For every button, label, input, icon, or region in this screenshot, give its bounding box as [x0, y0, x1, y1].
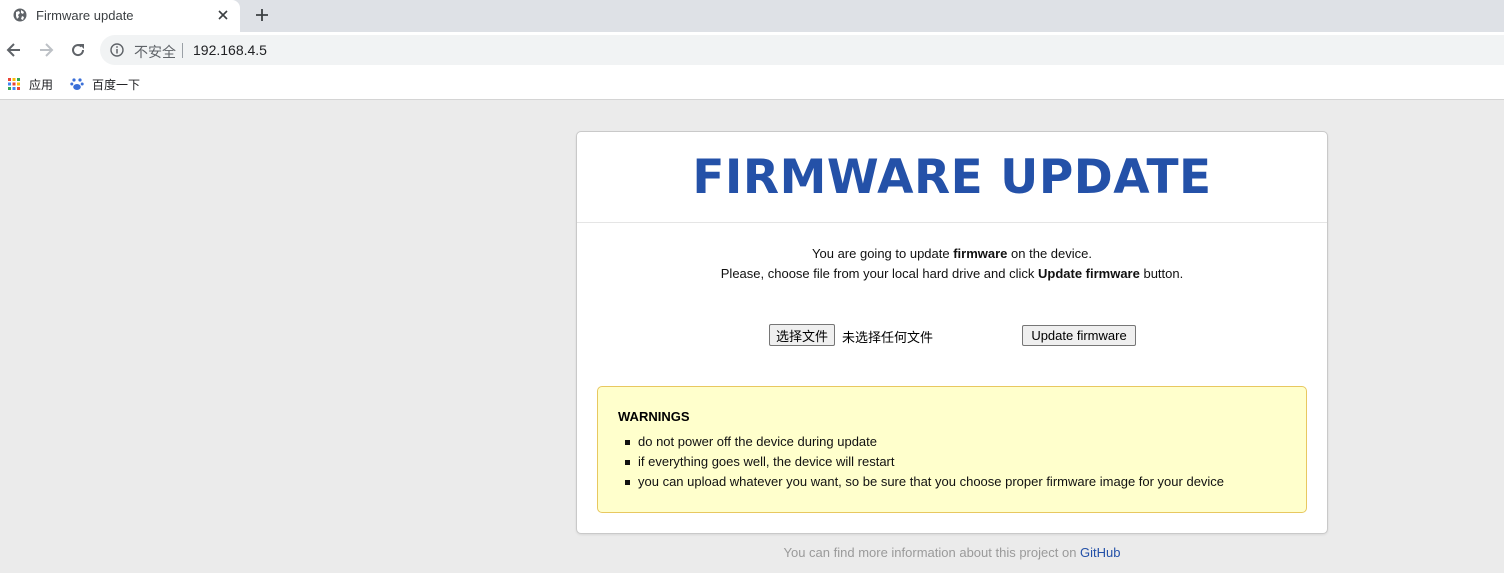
intro-bold: Update firmware: [1037, 266, 1140, 281]
intro-text-part: Please, choose file from your local hard…: [720, 266, 1038, 281]
file-status: 未选择任何文件: [842, 331, 934, 346]
intro-text-part: button.: [1139, 266, 1184, 281]
reload-icon[interactable]: [69, 41, 87, 59]
close-icon[interactable]: [216, 8, 230, 22]
page-title: FIRMWARE UPDATE: [692, 150, 1212, 205]
bookmark-apps[interactable]: 应用: [7, 74, 53, 94]
tab-strip: Firmware update: [0, 0, 1504, 32]
list-item: do not power off the device during updat…: [624, 432, 1224, 452]
warnings-list: do not power off the device during updat…: [624, 432, 1224, 492]
intro-line-1: You are going to update firmware on the …: [577, 244, 1327, 264]
address-bar[interactable]: 不安全 192.168.4.5: [100, 35, 1504, 65]
new-tab-plus-icon[interactable]: [254, 7, 270, 23]
globe-icon: [13, 8, 27, 22]
bookmark-label: 百度一下: [92, 77, 141, 92]
warnings-box: WARNINGS do not power off the device dur…: [597, 386, 1307, 513]
security-label[interactable]: 不安全: [134, 42, 176, 62]
intro-text-part: on the device.: [1007, 246, 1092, 261]
browser-toolbar: 不安全 192.168.4.5: [0, 32, 1504, 68]
choose-file-button[interactable]: 选择文件: [769, 324, 836, 346]
tab-firmware-update[interactable]: Firmware update: [0, 0, 240, 32]
bookmark-label: 应用: [29, 77, 54, 92]
github-link[interactable]: GitHub: [1080, 545, 1120, 560]
firmware-card: FIRMWARE UPDATE You are going to update …: [576, 131, 1328, 534]
info-icon[interactable]: [110, 43, 124, 57]
list-item: if everything goes well, the device will…: [624, 452, 1224, 472]
divider: [182, 43, 183, 58]
list-item: you can upload whatever you want, so be …: [624, 472, 1224, 492]
warnings-title: WARNINGS: [618, 409, 690, 424]
tab-title: Firmware update: [36, 8, 134, 23]
back-arrow-icon[interactable]: [5, 41, 23, 59]
intro-line-2: Please, choose file from your local hard…: [577, 264, 1327, 284]
bookmark-baidu[interactable]: 百度一下: [70, 74, 140, 94]
intro-text-part: You are going to update: [812, 246, 954, 261]
intro-text: You are going to update firmware on the …: [577, 244, 1327, 284]
bookmarks-bar: 应用 百度一下: [0, 68, 1504, 100]
intro-bold: firmware: [953, 246, 1008, 261]
baidu-paw-icon: [70, 78, 84, 90]
update-firmware-button[interactable]: Update firmware: [1022, 325, 1136, 346]
forward-arrow-icon[interactable]: [37, 41, 55, 59]
footer: You can find more information about this…: [576, 545, 1328, 560]
card-header: FIRMWARE UPDATE: [577, 132, 1327, 223]
url-text[interactable]: 192.168.4.5: [193, 42, 267, 58]
footer-text: You can find more information about this…: [783, 545, 1081, 560]
apps-grid-icon: [8, 78, 20, 90]
